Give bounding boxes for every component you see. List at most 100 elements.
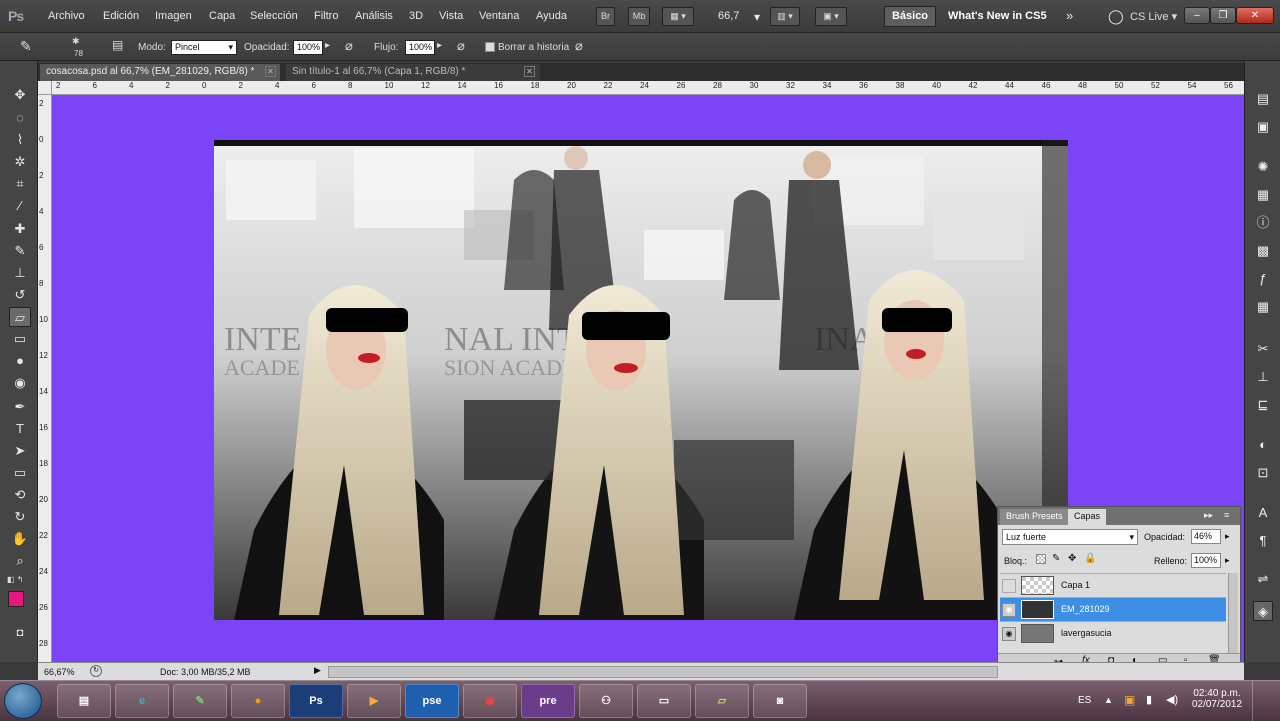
flujo-input[interactable]: 100% [405, 40, 435, 55]
screen-mode-button[interactable]: ▣ ▾ [815, 7, 847, 26]
history-brush-icon[interactable]: ↺ [9, 285, 31, 305]
move-tool-icon[interactable]: ✥ [9, 85, 31, 105]
3d-orbit-icon[interactable]: ↻ [9, 507, 31, 527]
show-hidden-icons-icon[interactable]: ▲ [1104, 695, 1113, 705]
channels-panel-icon[interactable]: ⇌ [1253, 569, 1273, 589]
menu-filtro[interactable]: Filtro [314, 10, 338, 22]
tab-cosacosa[interactable]: cosacosa.psd al 66,7% (EM_281029, RGB/8)… [40, 64, 280, 81]
taskbar-media[interactable]: ▶ [347, 684, 401, 718]
taskbar-ie[interactable]: e [115, 684, 169, 718]
lock-transparency-icon[interactable] [1036, 554, 1046, 564]
restore-button[interactable]: ❐ [1210, 7, 1236, 24]
menu-archivo[interactable]: Archivo [48, 10, 85, 22]
marquee-tool-icon[interactable]: ◌ [9, 108, 31, 128]
lock-all-icon[interactable]: 🔒 [1084, 553, 1096, 564]
eye-icon[interactable]: ◉ [1002, 603, 1016, 617]
zoom-dropdown-icon[interactable]: ▾ [754, 10, 760, 24]
layer-row-em-281029[interactable]: ◉ EM_281029 [1000, 597, 1226, 621]
start-button[interactable] [4, 683, 42, 719]
panel-menu-icon[interactable]: ≡ [1224, 510, 1229, 520]
borrar-historia-checkbox[interactable] [485, 42, 495, 52]
navigator-panel-icon[interactable]: ✺ [1253, 157, 1273, 177]
menu-capa[interactable]: Capa [209, 10, 235, 22]
eraser-tool-icon[interactable]: ▱ [9, 307, 31, 327]
lock-position-icon[interactable]: ✥ [1068, 553, 1076, 564]
menu-ventana[interactable]: Ventana [479, 10, 519, 22]
taskbar-premiere[interactable]: pre [521, 684, 575, 718]
menu-3d[interactable]: 3D [409, 10, 423, 22]
taskbar-photoshop[interactable]: Ps [289, 684, 343, 718]
zoom-readout[interactable]: 66,7 [718, 10, 739, 22]
pressure-opacity-icon[interactable]: ⌀ [345, 38, 353, 54]
layer-row-capa-1[interactable]: Capa 1 [1000, 573, 1226, 597]
document-artwork[interactable]: INTE NAL INTE INAL ACADE SION ACADE VISI… [214, 140, 1068, 620]
flujo-arrow-icon[interactable]: ▸ [437, 40, 442, 51]
vertical-ruler[interactable]: 2 0 2 4 6 8 10 12 14 16 18 20 22 24 26 28 [38, 95, 52, 662]
opacity-arrow-icon[interactable]: ▸ [1225, 531, 1230, 542]
dodge-tool-icon[interactable]: ◉ [9, 373, 31, 393]
minimize-button[interactable]: – [1184, 7, 1210, 24]
info-panel-icon[interactable]: ⓘ [1253, 213, 1273, 233]
quick-mask-icon[interactable]: ◘ [9, 623, 31, 643]
opacidad-input[interactable]: 100% [293, 40, 323, 55]
volume-icon[interactable]: ◀) [1166, 693, 1178, 706]
taskbar-explorer[interactable]: ▤ [57, 684, 111, 718]
close-tab-icon[interactable]: ✕ [524, 66, 535, 77]
crop-tool-icon[interactable]: ⌗ [9, 174, 31, 194]
brush-panel-icon[interactable]: ⊑ [1253, 395, 1273, 415]
extras-menu-button[interactable]: ▦ ▾ [662, 7, 694, 26]
pen-tool-icon[interactable]: ✒ [9, 397, 31, 417]
close-button[interactable]: ✕ [1236, 7, 1274, 24]
history-panel-icon[interactable]: ▤ [1253, 89, 1273, 109]
clone-stamp-icon[interactable]: ⊥ [9, 263, 31, 283]
lock-pixels-icon[interactable]: ✎ [1052, 553, 1060, 564]
taskbar-camera[interactable]: ◙ [753, 684, 807, 718]
brush-preset-icon[interactable]: ✱ [72, 36, 80, 47]
eye-icon[interactable]: ◉ [1002, 627, 1016, 641]
layers-panel-icon[interactable]: ◈ [1253, 601, 1273, 621]
ruler-corner[interactable] [38, 81, 52, 95]
zoom-tool-icon[interactable]: ⌕ [9, 551, 31, 571]
tab-sin-titulo[interactable]: Sin título-1 al 66,7% (Capa 1, RGB/8) * … [286, 64, 540, 81]
eyedropper-tool-icon[interactable]: ⁄ [9, 196, 31, 216]
visibility-toggle[interactable] [1002, 579, 1016, 593]
adjustments-panel-icon[interactable]: ▦ [1253, 297, 1273, 317]
workspace-basico-button[interactable]: Básico [884, 6, 936, 27]
status-info-icon[interactable]: ↻ [90, 665, 102, 677]
swap-colors-icon[interactable]: ◧ ↰ [7, 575, 23, 584]
clone-source-icon[interactable]: ⊥ [1253, 367, 1273, 387]
actions-panel-icon[interactable]: ▣ [1253, 117, 1273, 137]
character-panel-icon[interactable]: A [1253, 503, 1273, 523]
taskbar-firefox[interactable]: ● [231, 684, 285, 718]
menu-seleccion[interactable]: Selección [250, 10, 298, 22]
lasso-tool-icon[interactable]: ⌇ [9, 130, 31, 150]
tool-presets-icon[interactable]: ✂ [1253, 339, 1273, 359]
3d-rotate-icon[interactable]: ⟲ [9, 485, 31, 505]
shape-tool-icon[interactable]: ▭ [9, 463, 31, 483]
path-selection-icon[interactable]: ➤ [9, 441, 31, 461]
arrange-documents-button[interactable]: ▥ ▾ [770, 7, 800, 26]
zoom-level[interactable]: 66,67% [44, 667, 75, 677]
airbrush-icon[interactable]: ⌀ [457, 38, 465, 54]
system-clock[interactable]: 02:40 p.m. 02/07/2012 [1186, 688, 1248, 710]
close-tab-icon[interactable]: ✕ [265, 66, 276, 77]
menu-analisis[interactable]: Análisis [355, 10, 393, 22]
layer-row-lavergasucia[interactable]: ◉ lavergasucia [1000, 621, 1226, 645]
menu-vista[interactable]: Vista [439, 10, 463, 22]
quick-selection-icon[interactable]: ✲ [9, 152, 31, 172]
menu-imagen[interactable]: Imagen [155, 10, 192, 22]
taskbar-network[interactable]: ⚇ [579, 684, 633, 718]
gradient-tool-icon[interactable]: ▭ [9, 329, 31, 349]
type-tool-icon[interactable]: T [9, 419, 31, 439]
healing-brush-icon[interactable]: ✚ [9, 219, 31, 239]
tray-app-icon[interactable]: ▣ [1124, 693, 1135, 707]
hand-tool-icon[interactable]: ✋ [9, 529, 31, 549]
modo-select[interactable]: Pincel ▾ [171, 40, 237, 55]
taskbar-window[interactable]: ▭ [637, 684, 691, 718]
taskbar-evernote[interactable]: ✎ [173, 684, 227, 718]
opacidad-arrow-icon[interactable]: ▸ [325, 40, 330, 51]
tab-brush-presets[interactable]: Brush Presets [1000, 509, 1069, 525]
swatches-panel-icon[interactable]: ▩ [1253, 241, 1273, 261]
brush-tool-icon[interactable]: ✎ [20, 38, 32, 55]
show-desktop-button[interactable] [1252, 681, 1280, 721]
